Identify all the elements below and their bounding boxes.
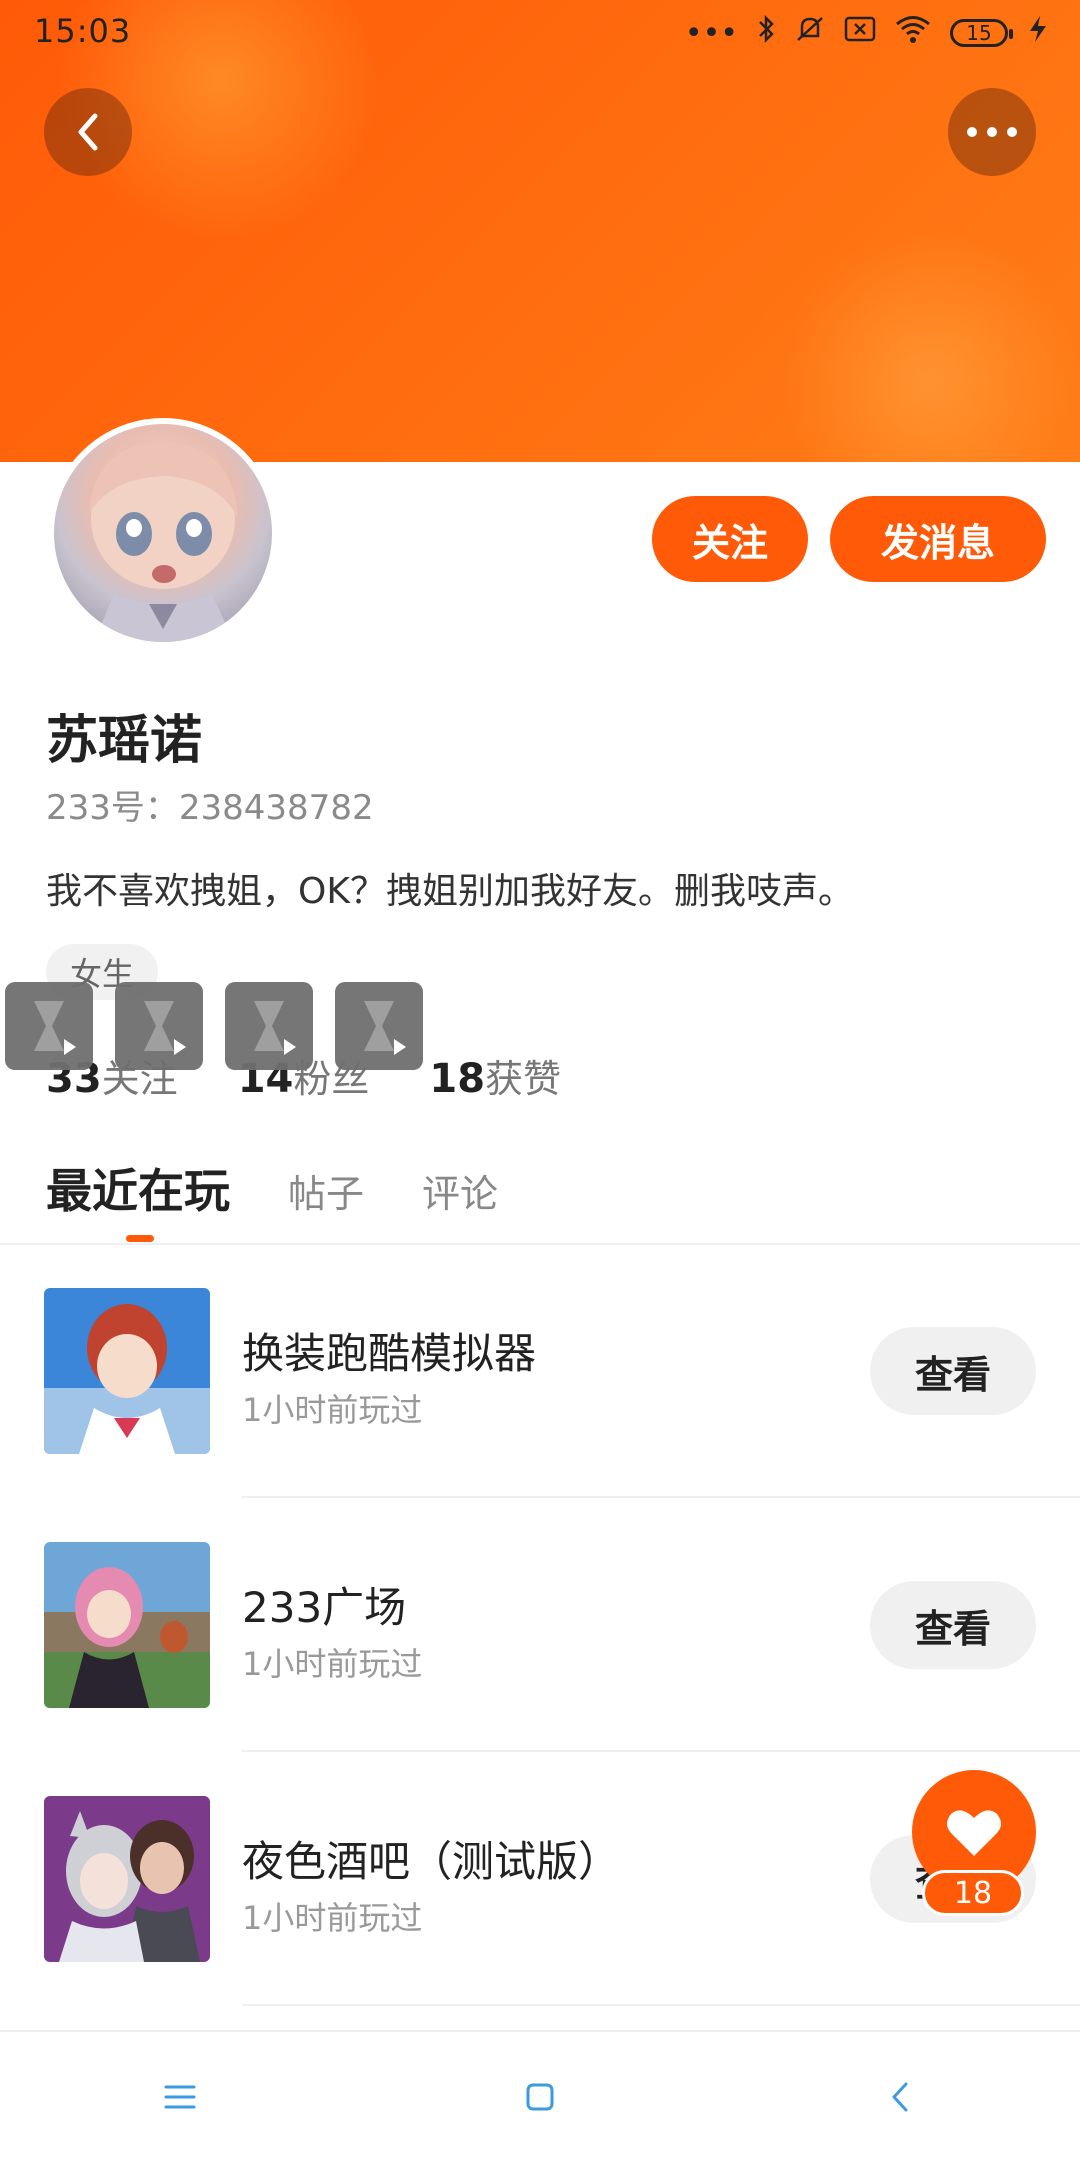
- content-tabs: 最近在玩 帖子 评论: [46, 1155, 498, 1221]
- mute-icon: [794, 14, 826, 52]
- charging-icon: [1026, 14, 1050, 52]
- row-divider: [242, 2004, 1080, 2006]
- game-thumbnail: [44, 1796, 210, 1962]
- status-icons: ••• 15: [685, 14, 1050, 52]
- row-divider: [242, 1496, 1080, 1498]
- view-button[interactable]: 查看: [870, 1327, 1036, 1415]
- game-thumbnail: [44, 1542, 210, 1708]
- active-tab-indicator: [126, 1235, 154, 1242]
- profile-name: 苏瑶诺: [46, 711, 203, 771]
- system-nav-bar: [0, 2030, 1080, 2162]
- avatar-image: [89, 442, 238, 642]
- more-button[interactable]: [948, 88, 1036, 176]
- game-thumbnail: [44, 1288, 210, 1454]
- stat-label: 获赞: [485, 1057, 562, 1101]
- hourglass-play-overlay[interactable]: [5, 982, 93, 1070]
- stat-value: 18: [429, 1056, 486, 1102]
- more-horizontal-icon: [967, 127, 1017, 137]
- row-divider: [242, 1750, 1080, 1752]
- profile-banner: [0, 0, 1080, 462]
- game-played-time: 1小时前玩过: [242, 1899, 423, 1937]
- back-button[interactable]: [44, 88, 132, 176]
- follow-button[interactable]: 关注: [652, 496, 808, 582]
- heart-icon: [947, 1810, 1001, 1856]
- back-triangle-icon: [892, 2082, 908, 2112]
- hourglass-play-icon: [34, 1001, 76, 1055]
- menu-nav-button[interactable]: [130, 2047, 230, 2147]
- avatar[interactable]: [48, 418, 278, 648]
- tab-posts[interactable]: 帖子: [288, 1163, 364, 1218]
- hourglass-play-overlay[interactable]: [225, 982, 313, 1070]
- hourglass-play-overlay[interactable]: [115, 982, 203, 1070]
- tabs-divider: [0, 1243, 1080, 1245]
- hourglass-play-overlay[interactable]: [335, 982, 423, 1070]
- game-played-time: 1小时前玩过: [242, 1391, 423, 1429]
- game-played-time: 1小时前玩过: [242, 1645, 423, 1683]
- hourglass-play-icon: [144, 1001, 186, 1055]
- game-title: 233广场: [242, 1583, 407, 1632]
- tab-comments[interactable]: 评论: [422, 1163, 498, 1218]
- bluetooth-icon: [756, 14, 776, 52]
- chevron-left-icon: [78, 113, 98, 151]
- back-nav-button[interactable]: [850, 2047, 950, 2147]
- more-dots-icon: •••: [684, 15, 738, 51]
- game-title: 换装跑酷模拟器: [242, 1329, 537, 1378]
- like-count-badge: 18: [922, 1870, 1024, 1916]
- tab-recent-play[interactable]: 最近在玩: [46, 1155, 230, 1221]
- home-nav-button[interactable]: [490, 2047, 590, 2147]
- hourglass-play-icon: [364, 1001, 406, 1055]
- square-home-icon: [526, 2083, 554, 2111]
- message-button[interactable]: 发消息: [830, 496, 1046, 582]
- battery-level: 15: [966, 21, 992, 45]
- menu-icon: [164, 2085, 196, 2109]
- stat-likes[interactable]: 18获赞: [429, 1048, 561, 1103]
- no-sim-icon: [844, 15, 876, 51]
- wifi-icon: [894, 14, 932, 52]
- hourglass-play-icon: [254, 1001, 296, 1055]
- status-time: 15:03: [34, 12, 132, 50]
- view-button[interactable]: 查看: [870, 1581, 1036, 1669]
- list-item[interactable]: 233广场 1小时前玩过 查看: [0, 1514, 1080, 1768]
- battery-icon: 15: [950, 19, 1013, 47]
- game-title: 夜色酒吧（测试版）: [242, 1837, 621, 1886]
- profile-bio: 我不喜欢拽姐，OK？拽姐别加我好友。删我吱声。: [46, 871, 854, 912]
- list-item[interactable]: 换装跑酷模拟器 1小时前玩过 查看: [0, 1260, 1080, 1514]
- profile-id: 233号：238438782: [46, 788, 374, 828]
